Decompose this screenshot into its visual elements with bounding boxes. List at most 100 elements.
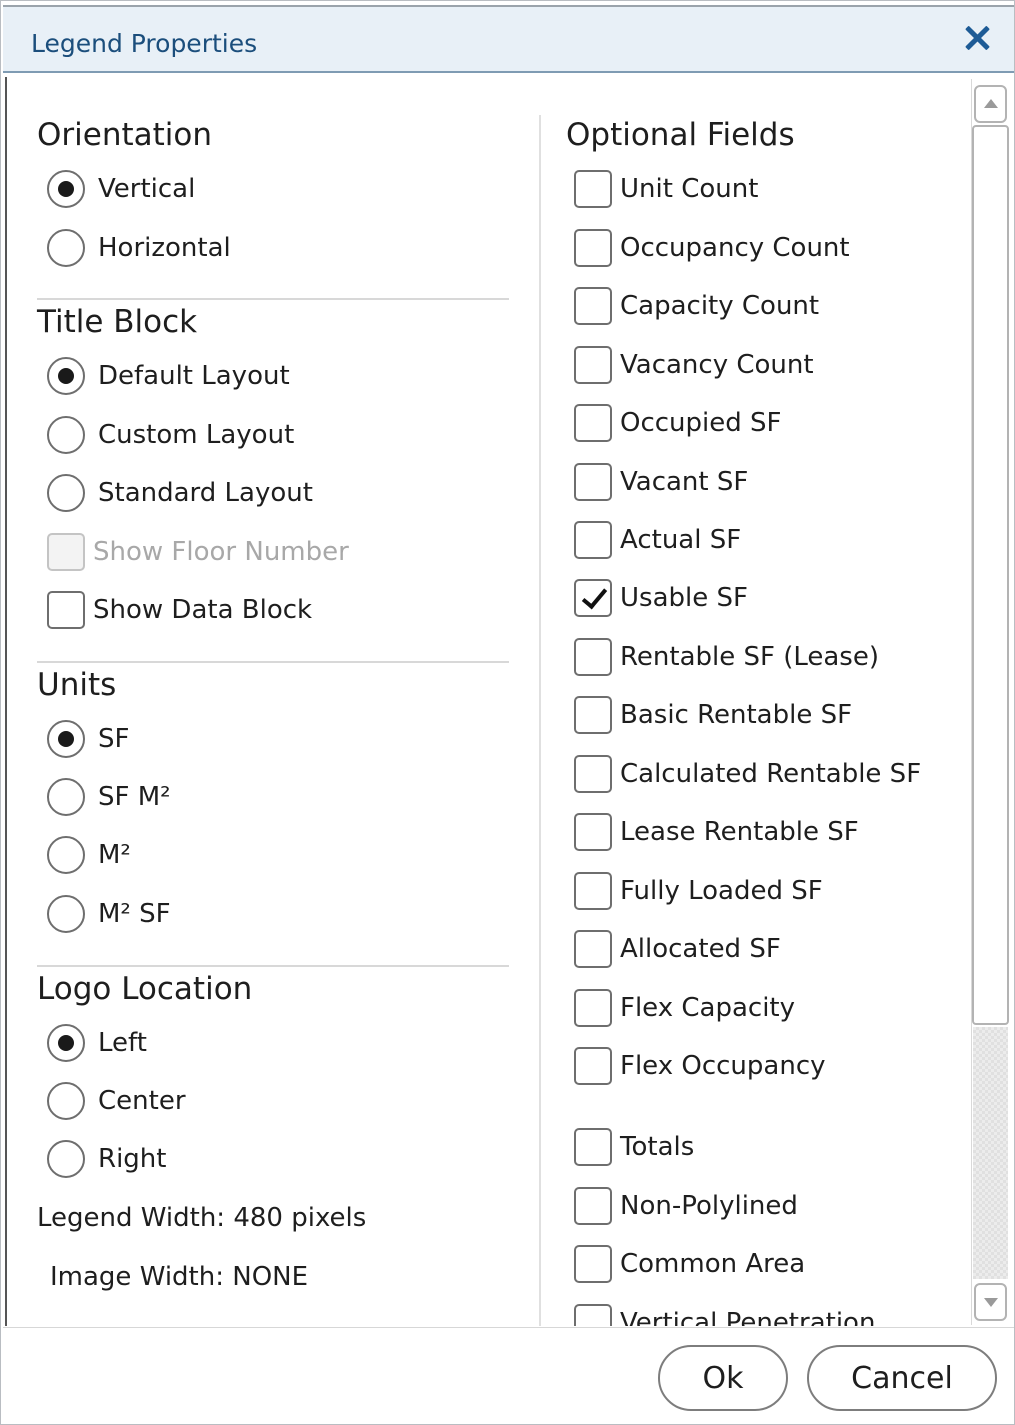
checkbox[interactable] <box>574 872 612 910</box>
option-label: Vacant SF <box>620 467 749 497</box>
option-label: Common Area <box>620 1249 806 1279</box>
vertical-scrollbar[interactable] <box>971 79 1009 1325</box>
show-data-block-checkbox[interactable]: Show Data Block <box>47 590 312 630</box>
ok-button[interactable]: Ok <box>658 1345 788 1411</box>
scroll-up-arrow-icon[interactable] <box>974 85 1007 123</box>
option-label: Vacancy Count <box>620 350 814 380</box>
column-divider <box>539 115 541 1326</box>
radio-button[interactable] <box>47 720 85 758</box>
radio-button[interactable] <box>47 416 85 454</box>
title-block-custom-option[interactable]: Custom Layout <box>47 415 294 455</box>
field-allocated-sf-checkbox[interactable]: Allocated SF <box>574 929 781 969</box>
radio-button[interactable] <box>47 1082 85 1120</box>
field-vacant-sf-checkbox[interactable]: Vacant SF <box>574 462 748 502</box>
option-label: Custom Layout <box>98 420 295 450</box>
field-actual-sf-checkbox[interactable]: Actual SF <box>574 520 741 560</box>
scroll-down-arrow-icon[interactable] <box>974 1283 1007 1321</box>
field-basic-rentable-sf-checkbox[interactable]: Basic Rentable SF <box>574 695 852 735</box>
units-sf-option[interactable]: SF <box>47 719 129 759</box>
checkbox[interactable] <box>574 638 612 676</box>
section-divider <box>37 298 509 300</box>
units-m2-sf-option[interactable]: M² SF <box>47 894 171 934</box>
field-totals-checkbox[interactable]: Totals <box>574 1127 694 1167</box>
checkbox <box>47 533 85 571</box>
radio-button[interactable] <box>47 836 85 874</box>
checkbox[interactable] <box>574 521 612 559</box>
logo-right-option[interactable]: Right <box>47 1139 166 1179</box>
checkbox[interactable] <box>574 170 612 208</box>
checkmark-icon[interactable] <box>574 579 612 617</box>
units-m2-option[interactable]: M² <box>47 835 131 875</box>
field-flex-occupancy-checkbox[interactable]: Flex Occupancy <box>574 1046 826 1086</box>
option-label: Standard Layout <box>98 478 313 508</box>
option-label: Non-Polylined <box>620 1191 798 1221</box>
checkbox[interactable] <box>574 930 612 968</box>
option-label: Lease Rentable SF <box>620 817 859 847</box>
option-label: Capacity Count <box>620 291 820 321</box>
checkbox[interactable] <box>574 1245 612 1283</box>
checkbox[interactable] <box>574 1304 612 1326</box>
cancel-button[interactable]: Cancel <box>807 1345 997 1411</box>
field-occupied-sf-checkbox[interactable]: Occupied SF <box>574 403 781 443</box>
option-label: Totals <box>620 1132 695 1162</box>
field-non-polylined-checkbox[interactable]: Non-Polylined <box>574 1186 798 1226</box>
checkbox[interactable] <box>574 696 612 734</box>
scrollbar-thumb[interactable] <box>972 125 1009 1025</box>
option-label: Fully Loaded SF <box>620 876 823 906</box>
checkbox[interactable] <box>574 1128 612 1166</box>
option-label: Right <box>98 1144 167 1174</box>
field-unit-count-checkbox[interactable]: Unit Count <box>574 169 758 209</box>
option-label: Flex Capacity <box>620 993 795 1023</box>
logo-location-heading: Logo Location <box>37 971 253 1007</box>
radio-button[interactable] <box>47 170 85 208</box>
title-block-heading: Title Block <box>37 304 198 340</box>
option-label: SF M² <box>98 782 171 812</box>
field-vertical-penetration-checkbox[interactable]: Vertical Penetration <box>574 1303 875 1326</box>
field-capacity-count-checkbox[interactable]: Capacity Count <box>574 286 819 326</box>
field-calculated-rentable-sf-checkbox[interactable]: Calculated Rentable SF <box>574 754 921 794</box>
field-vacancy-count-checkbox[interactable]: Vacancy Count <box>574 345 814 385</box>
checkbox[interactable] <box>574 989 612 1027</box>
scrollbar-track[interactable] <box>973 1027 1008 1279</box>
checkbox[interactable] <box>574 755 612 793</box>
title-block-default-option[interactable]: Default Layout <box>47 356 290 396</box>
close-icon[interactable] <box>960 21 994 55</box>
title-block-standard-option[interactable]: Standard Layout <box>47 473 313 513</box>
option-label: Usable SF <box>620 583 748 613</box>
radio-button[interactable] <box>47 357 85 395</box>
checkbox[interactable] <box>574 1047 612 1085</box>
option-label: Horizontal <box>98 233 231 263</box>
field-usable-sf-checkbox[interactable]: Usable SF <box>574 578 748 618</box>
orientation-horizontal-option[interactable]: Horizontal <box>47 228 231 268</box>
radio-button[interactable] <box>47 229 85 267</box>
checkbox[interactable] <box>574 287 612 325</box>
logo-center-option[interactable]: Center <box>47 1081 186 1121</box>
field-lease-rentable-sf-checkbox[interactable]: Lease Rentable SF <box>574 812 859 852</box>
option-label: Show Floor Number <box>93 537 349 567</box>
checkbox[interactable] <box>574 813 612 851</box>
field-occupancy-count-checkbox[interactable]: Occupancy Count <box>574 228 850 268</box>
radio-button[interactable] <box>47 1024 85 1062</box>
field-fully-loaded-sf-checkbox[interactable]: Fully Loaded SF <box>574 871 823 911</box>
checkbox[interactable] <box>574 229 612 267</box>
radio-button[interactable] <box>47 1140 85 1178</box>
field-flex-capacity-checkbox[interactable]: Flex Capacity <box>574 988 795 1028</box>
option-label: Allocated SF <box>620 934 781 964</box>
field-rentable-sf-lease-checkbox[interactable]: Rentable SF (Lease) <box>574 637 879 677</box>
option-label: Calculated Rentable SF <box>620 759 922 789</box>
units-sf-m2-option[interactable]: SF M² <box>47 777 171 817</box>
legend-properties-dialog: Legend Properties Orientation Vertical H… <box>0 0 1015 1425</box>
radio-button[interactable] <box>47 474 85 512</box>
logo-left-option[interactable]: Left <box>47 1023 147 1063</box>
orientation-vertical-option[interactable]: Vertical <box>47 169 195 209</box>
option-label: Occupancy Count <box>620 233 850 263</box>
checkbox[interactable] <box>574 346 612 384</box>
option-label: Rentable SF (Lease) <box>620 642 879 672</box>
checkbox[interactable] <box>47 591 85 629</box>
checkbox[interactable] <box>574 463 612 501</box>
checkbox[interactable] <box>574 404 612 442</box>
radio-button[interactable] <box>47 778 85 816</box>
checkbox[interactable] <box>574 1187 612 1225</box>
radio-button[interactable] <box>47 895 85 933</box>
field-common-area-checkbox[interactable]: Common Area <box>574 1244 805 1284</box>
